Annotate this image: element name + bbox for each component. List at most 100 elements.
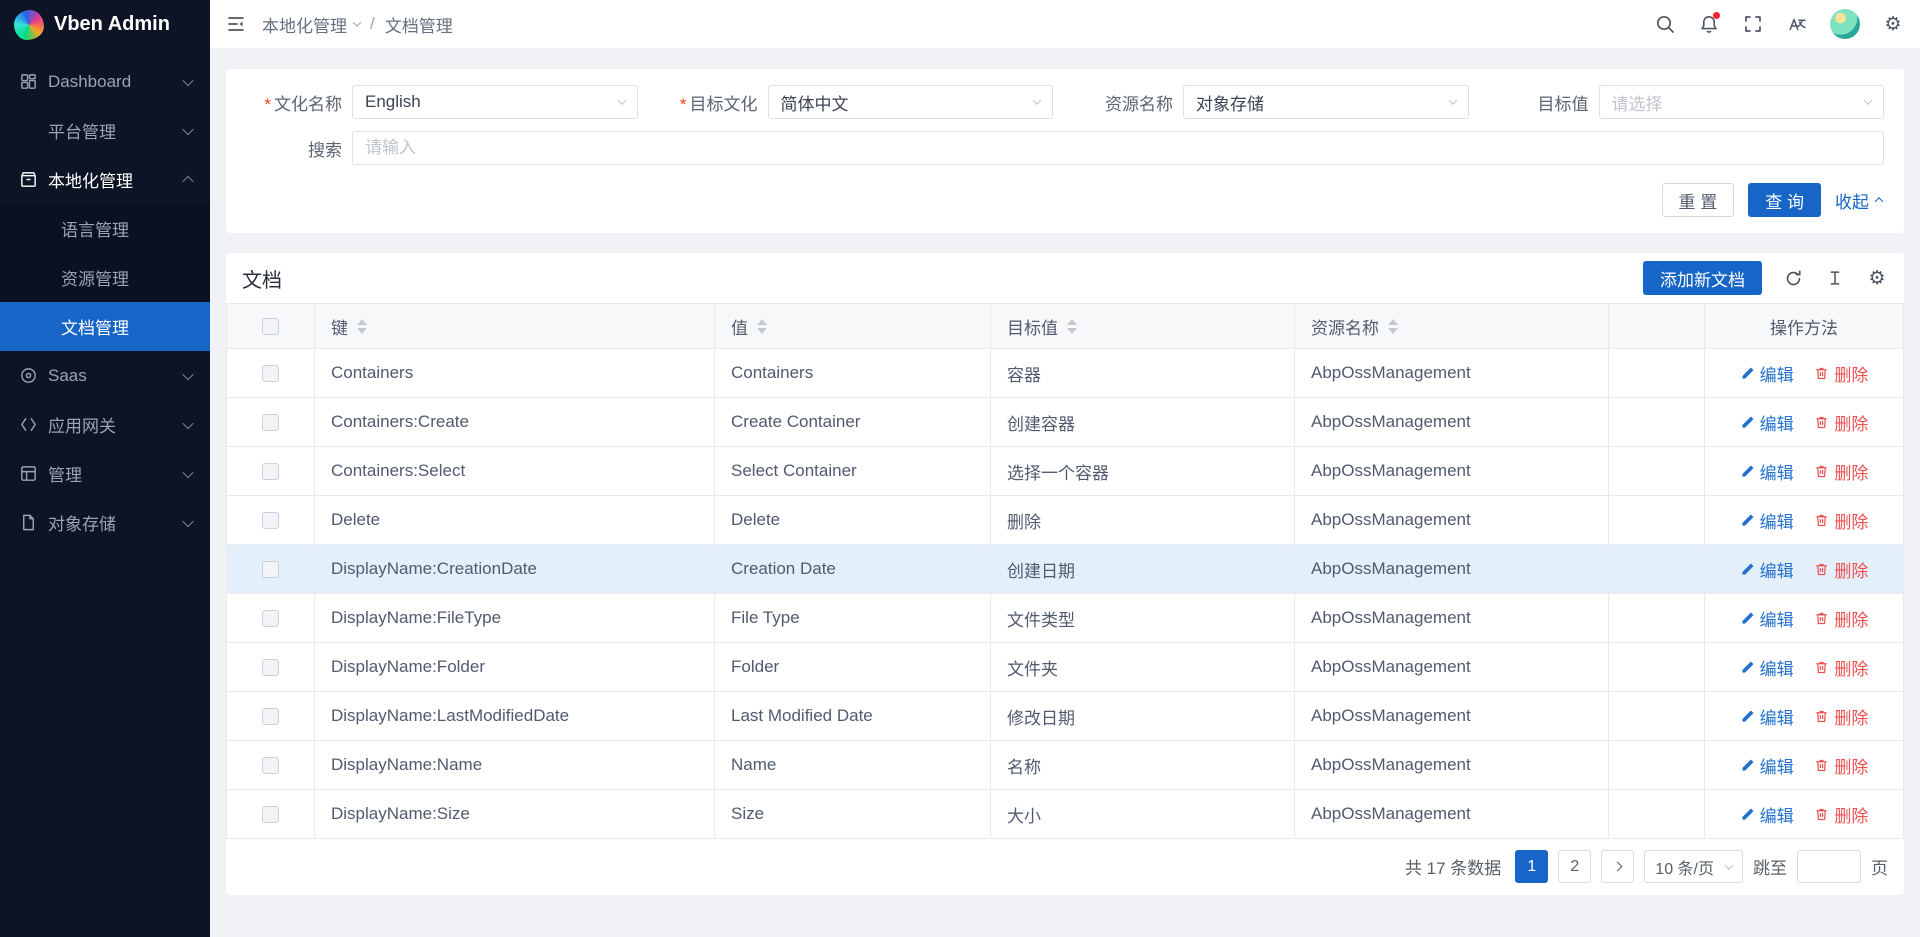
table-row[interactable]: DisplayName:FileType File Type 文件类型 AbpO… — [227, 594, 1904, 643]
menu-fold-icon[interactable] — [226, 14, 246, 34]
cell-target-value: 创建日期 — [991, 545, 1295, 594]
sidebar-item-resource-management[interactable]: 资源管理 — [0, 253, 210, 302]
target-culture-select[interactable]: 简体中文 — [768, 85, 1054, 119]
sidebar-item-saas[interactable]: Saas — [0, 351, 210, 400]
localization-icon — [18, 170, 38, 190]
row-checkbox[interactable] — [262, 806, 279, 823]
breadcrumb-parent[interactable]: 本地化管理 — [262, 12, 360, 37]
sidebar-item-admin[interactable]: 管理 — [0, 449, 210, 498]
row-checkbox[interactable] — [262, 659, 279, 676]
row-checkbox[interactable] — [262, 463, 279, 480]
sidebar-menu: Dashboard 平台管理 本地化管理 语言管理 资源管理 文档管理 — [0, 49, 210, 937]
delete-button[interactable]: 删除 — [1814, 361, 1868, 386]
search-icon[interactable] — [1654, 13, 1676, 35]
delete-button[interactable]: 删除 — [1814, 753, 1868, 778]
column-settings-gear-icon[interactable]: ⚙ — [1866, 267, 1888, 289]
sidebar-item-document-management[interactable]: 文档管理 — [0, 302, 210, 351]
delete-button[interactable]: 删除 — [1814, 410, 1868, 435]
edit-button[interactable]: 编辑 — [1740, 704, 1794, 729]
cell-key: DisplayName:FileType — [315, 594, 715, 643]
table-row[interactable]: Containers:Create Create Container 创建容器 … — [227, 398, 1904, 447]
page-size-select[interactable]: 10 条/页 — [1644, 850, 1743, 883]
sort-icon[interactable] — [1067, 319, 1077, 334]
query-button[interactable]: 查 询 — [1748, 183, 1821, 217]
row-height-icon[interactable] — [1824, 267, 1846, 289]
table-row[interactable]: Containers:Select Select Container 选择一个容… — [227, 447, 1904, 496]
fullscreen-icon[interactable] — [1742, 13, 1764, 35]
column-header-resource-name[interactable]: 资源名称 — [1295, 304, 1609, 349]
column-header-value[interactable]: 值 — [715, 304, 991, 349]
pencil-icon — [1740, 513, 1755, 528]
select-all-checkbox[interactable] — [262, 318, 279, 335]
row-checkbox[interactable] — [262, 365, 279, 382]
table-row[interactable]: DisplayName:Name Name 名称 AbpOssManagemen… — [227, 741, 1904, 790]
delete-button[interactable]: 删除 — [1814, 655, 1868, 680]
row-checkbox[interactable] — [262, 610, 279, 627]
sidebar-item-platform[interactable]: 平台管理 — [0, 106, 210, 155]
sort-icon[interactable] — [1388, 319, 1398, 334]
edit-button[interactable]: 编辑 — [1740, 410, 1794, 435]
target-value-select[interactable]: 请选择 — [1599, 85, 1885, 119]
notification-bell-icon[interactable] — [1698, 13, 1720, 35]
delete-button[interactable]: 删除 — [1814, 459, 1868, 484]
table-row[interactable]: DisplayName:LastModifiedDate Last Modifi… — [227, 692, 1904, 741]
row-checkbox[interactable] — [262, 757, 279, 774]
table-row[interactable]: Delete Delete 删除 AbpOssManagement 编辑 — [227, 496, 1904, 545]
culture-name-select[interactable]: English — [352, 85, 638, 119]
edit-button[interactable]: 编辑 — [1740, 655, 1794, 680]
collapse-toggle[interactable]: 收起 — [1835, 188, 1882, 213]
sort-icon[interactable] — [357, 319, 367, 334]
column-header-target-value[interactable]: 目标值 — [991, 304, 1295, 349]
reset-button[interactable]: 重 置 — [1662, 183, 1735, 217]
edit-button[interactable]: 编辑 — [1740, 753, 1794, 778]
user-avatar[interactable] — [1830, 9, 1860, 39]
row-checkbox[interactable] — [262, 561, 279, 578]
search-input[interactable] — [352, 131, 1884, 165]
table-row[interactable]: DisplayName:CreationDate Creation Date 创… — [227, 545, 1904, 594]
app-logo[interactable]: Vben Admin — [0, 0, 210, 49]
sidebar-item-gateway[interactable]: 应用网关 — [0, 400, 210, 449]
edit-button[interactable]: 编辑 — [1740, 361, 1794, 386]
add-document-button[interactable]: 添加新文档 — [1643, 261, 1762, 295]
sort-icon[interactable] — [757, 319, 767, 334]
refresh-icon[interactable] — [1782, 267, 1804, 289]
row-checkbox[interactable] — [262, 708, 279, 725]
sidebar-item-dashboard[interactable]: Dashboard — [0, 57, 210, 106]
delete-button[interactable]: 删除 — [1814, 606, 1868, 631]
column-header-key[interactable]: 键 — [315, 304, 715, 349]
table-row[interactable]: Containers Containers 容器 AbpOssManagemen… — [227, 349, 1904, 398]
edit-button[interactable]: 编辑 — [1740, 459, 1794, 484]
cell-actions: 编辑 删除 — [1705, 447, 1904, 496]
row-checkbox[interactable] — [262, 512, 279, 529]
delete-button[interactable]: 删除 — [1814, 704, 1868, 729]
panel-header: 文档 添加新文档 ⚙ — [226, 253, 1904, 303]
table-row[interactable]: DisplayName:Folder Folder 文件夹 AbpOssMana… — [227, 643, 1904, 692]
cell-target-value: 文件类型 — [991, 594, 1295, 643]
page-button-1[interactable]: 1 — [1515, 850, 1548, 883]
jump-page-input[interactable] — [1797, 850, 1861, 883]
main-area: 本地化管理 / 文档管理 ⚙ — [210, 0, 1920, 937]
resource-name-select[interactable]: 对象存储 — [1183, 85, 1469, 119]
settings-gear-icon[interactable]: ⚙ — [1882, 13, 1904, 35]
page-button-2[interactable]: 2 — [1558, 850, 1591, 883]
sidebar-item-object-storage[interactable]: 对象存储 — [0, 498, 210, 547]
translate-icon[interactable] — [1786, 13, 1808, 35]
sidebar-item-localization[interactable]: 本地化管理 — [0, 155, 210, 204]
next-page-button[interactable] — [1601, 850, 1634, 883]
edit-button[interactable]: 编辑 — [1740, 508, 1794, 533]
cell-key: DisplayName:Folder — [315, 643, 715, 692]
edit-button[interactable]: 编辑 — [1740, 606, 1794, 631]
cell-value: Last Modified Date — [715, 692, 991, 741]
row-checkbox[interactable] — [262, 414, 279, 431]
edit-button[interactable]: 编辑 — [1740, 557, 1794, 582]
table-row[interactable]: DisplayName:Size Size 大小 AbpOssManagemen… — [227, 790, 1904, 839]
chevron-down-icon — [182, 74, 193, 85]
sidebar-item-label: 应用网关 — [48, 412, 174, 437]
delete-button[interactable]: 删除 — [1814, 802, 1868, 827]
sidebar-item-language-management[interactable]: 语言管理 — [0, 204, 210, 253]
target-culture-value: 简体中文 — [781, 90, 849, 115]
top-header: 本地化管理 / 文档管理 ⚙ — [210, 0, 1920, 49]
edit-button[interactable]: 编辑 — [1740, 802, 1794, 827]
delete-button[interactable]: 删除 — [1814, 557, 1868, 582]
delete-button[interactable]: 删除 — [1814, 508, 1868, 533]
